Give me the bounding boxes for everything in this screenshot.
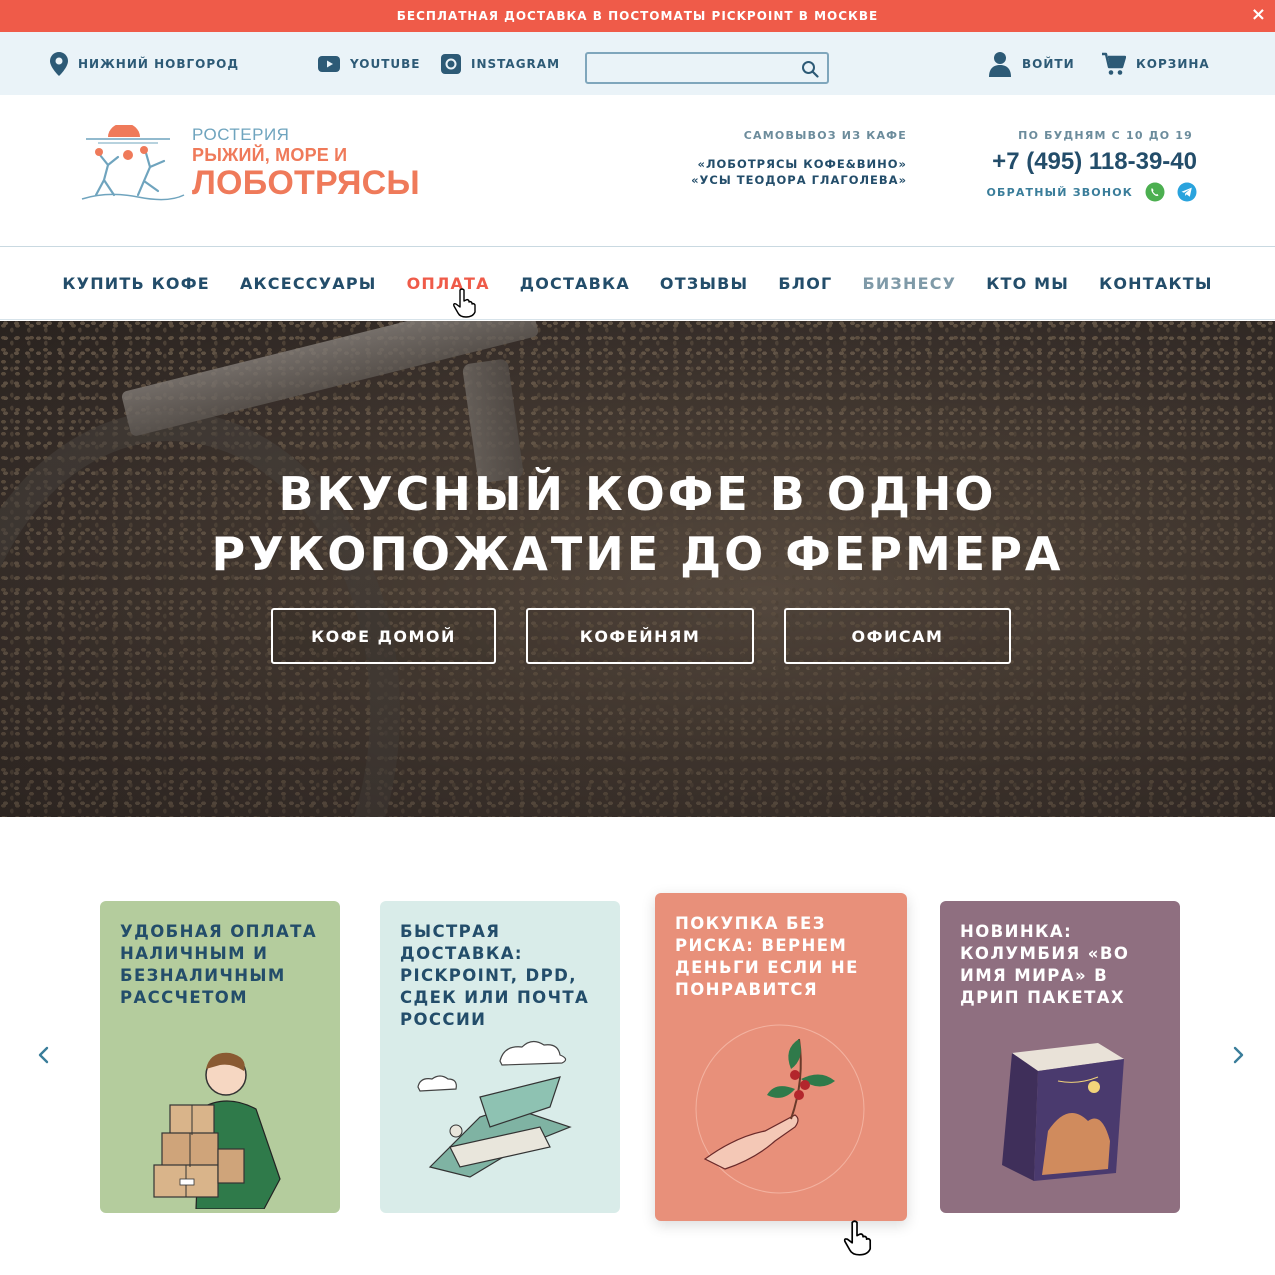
logo-line-3: ЛОБОТРЯСЫ bbox=[192, 164, 420, 202]
logo-text: РОСТЕРИЯ РЫЖИЙ, МОРЕ И ЛОБОТРЯСЫ bbox=[192, 125, 420, 201]
logo[interactable]: РОСТЕРИЯ РЫЖИЙ, МОРЕ И ЛОБОТРЯСЫ bbox=[78, 125, 438, 205]
nav-delivery[interactable]: ДОСТАВКА bbox=[520, 274, 630, 293]
contact-info: ПО БУДНЯМ С 10 ДО 19 +7 (495) 118-39-40 … bbox=[986, 129, 1197, 202]
city-selector[interactable]: НИЖНИЙ НОВГОРОД bbox=[50, 32, 239, 95]
work-hours: ПО БУДНЯМ С 10 ДО 19 bbox=[1018, 129, 1193, 142]
chevron-left-icon[interactable] bbox=[34, 1045, 54, 1065]
hero-title: ВКУСНЫЙ КОФЕ В ОДНО РУКОПОЖАТИЕ ДО ФЕРМЕ… bbox=[0, 464, 1275, 584]
nav-accessories[interactable]: АКСЕССУАРЫ bbox=[240, 274, 377, 293]
logo-illustration-icon bbox=[81, 125, 185, 201]
pickup-label: САМОВЫВОЗ ИЗ КАФЕ bbox=[743, 129, 907, 142]
nav-reviews[interactable]: ОТЗЫВЫ bbox=[660, 274, 748, 293]
callback-link[interactable]: ОБРАТНЫЙ ЗВОНОК bbox=[986, 186, 1133, 199]
nav-business[interactable]: БИЗНЕСУ bbox=[862, 274, 956, 293]
logo-line-2: РЫЖИЙ, МОРЕ И bbox=[192, 145, 348, 165]
nav-buy-coffee[interactable]: КУПИТЬ КОФЕ bbox=[62, 274, 210, 293]
whatsapp-icon[interactable] bbox=[1145, 182, 1165, 202]
promo-text: БЕСПЛАТНАЯ ДОСТАВКА В ПОСТОМАТЫ PICKPOIN… bbox=[396, 9, 879, 23]
promo-card-no-risk[interactable]: Покупка без риска: вернем деньги если не… bbox=[655, 893, 907, 1221]
card-title: Быстрая доставка: PickPoint, DPD, СДЕК и… bbox=[400, 922, 590, 1029]
telegram-icon[interactable] bbox=[1177, 182, 1197, 202]
phone-number[interactable]: +7 (495) 118-39-40 bbox=[986, 148, 1197, 176]
coffee-shops-button[interactable]: КОФЕЙНЯМ bbox=[526, 608, 754, 664]
instagram-link[interactable]: INSTAGRAM bbox=[441, 32, 560, 95]
delivery-man-illustration-icon bbox=[153, 1052, 281, 1209]
promo-bar: БЕСПЛАТНАЯ ДОСТАВКА В ПОСТОМАТЫ PICKPOIN… bbox=[0, 0, 1275, 32]
cart-label: КОРЗИНА bbox=[1136, 56, 1210, 71]
hero-title-line-2: РУКОПОЖАТИЕ ДО ФЕРМЕРА bbox=[211, 527, 1064, 581]
promo-card-payment[interactable]: Удобная оплата наличным и безналичным ра… bbox=[100, 901, 340, 1213]
login-label: ВОЙТИ bbox=[1022, 56, 1075, 71]
callback-row: ОБРАТНЫЙ ЗВОНОК bbox=[986, 182, 1197, 202]
drip-package-image-icon bbox=[1002, 1043, 1124, 1181]
cart-link[interactable]: КОРЗИНА bbox=[1102, 32, 1210, 95]
login-link[interactable]: ВОЙТИ bbox=[988, 32, 1075, 95]
search-icon[interactable] bbox=[801, 60, 819, 78]
nav-payment[interactable]: ОПЛАТА bbox=[407, 274, 490, 293]
user-icon bbox=[989, 51, 1011, 77]
location-pin-icon bbox=[50, 51, 68, 76]
cafe-link-1[interactable]: «ЛОБОТРЯСЫ КОФЕ&ВИНО» bbox=[691, 156, 907, 172]
card-title: Новинка: Колумбия «Во имя мира» в дрип п… bbox=[960, 922, 1130, 1007]
site-header: РОСТЕРИЯ РЫЖИЙ, МОРЕ И ЛОБОТРЯСЫ САМОВЫВ… bbox=[0, 95, 1275, 247]
hero-banner: ВКУСНЫЙ КОФЕ В ОДНО РУКОПОЖАТИЕ ДО ФЕРМЕ… bbox=[0, 321, 1275, 817]
offices-button[interactable]: ОФИСАМ bbox=[784, 608, 1011, 664]
cart-icon bbox=[1102, 52, 1126, 75]
pickup-info: САМОВЫВОЗ ИЗ КАФЕ «ЛОБОТРЯСЫ КОФЕ&ВИНО» … bbox=[691, 129, 907, 188]
promo-card-delivery[interactable]: Быстрая доставка: PickPoint, DPD, СДЕК и… bbox=[380, 901, 620, 1213]
card-title: Удобная оплата наличным и безналичным ра… bbox=[120, 922, 317, 1007]
youtube-icon bbox=[318, 55, 340, 72]
logo-line-1: РОСТЕРИЯ bbox=[192, 125, 290, 144]
youtube-link[interactable]: YOUTUBE bbox=[318, 32, 420, 95]
main-nav: КУПИТЬ КОФЕ АКСЕССУАРЫ ОПЛАТА ДОСТАВКА О… bbox=[0, 248, 1275, 320]
nav-blog[interactable]: БЛОГ bbox=[778, 274, 832, 293]
nav-about[interactable]: КТО МЫ bbox=[986, 274, 1069, 293]
close-icon[interactable]: × bbox=[1251, 6, 1267, 24]
nav-contacts[interactable]: КОНТАКТЫ bbox=[1099, 274, 1213, 293]
instagram-label: INSTAGRAM bbox=[471, 56, 561, 71]
coffee-branch-hand-illustration-icon bbox=[695, 1024, 865, 1194]
airplane-illustration-icon bbox=[417, 1040, 572, 1178]
chevron-right-icon[interactable] bbox=[1228, 1045, 1248, 1065]
search-box bbox=[585, 52, 829, 84]
utility-bar: НИЖНИЙ НОВГОРОД YOUTUBE INSTAGRAM ВОЙТИ bbox=[0, 32, 1275, 95]
hand-cursor-icon bbox=[843, 1220, 872, 1256]
city-label: НИЖНИЙ НОВГОРОД bbox=[78, 56, 240, 71]
instagram-icon bbox=[441, 53, 461, 74]
search-input[interactable] bbox=[593, 57, 793, 79]
card-title: Покупка без риска: вернем деньги если не… bbox=[675, 914, 859, 999]
cafe-link-2[interactable]: «УСЫ ТЕОДОРА ГЛАГОЛЕВА» bbox=[691, 172, 907, 188]
coffee-home-button[interactable]: КОФЕ ДОМОЙ bbox=[271, 608, 496, 664]
youtube-label: YOUTUBE bbox=[350, 56, 421, 71]
hero-title-line-1: ВКУСНЫЙ КОФЕ В ОДНО bbox=[278, 467, 997, 521]
promo-card-new-product[interactable]: Новинка: Колумбия «Во имя мира» в дрип п… bbox=[940, 901, 1180, 1213]
